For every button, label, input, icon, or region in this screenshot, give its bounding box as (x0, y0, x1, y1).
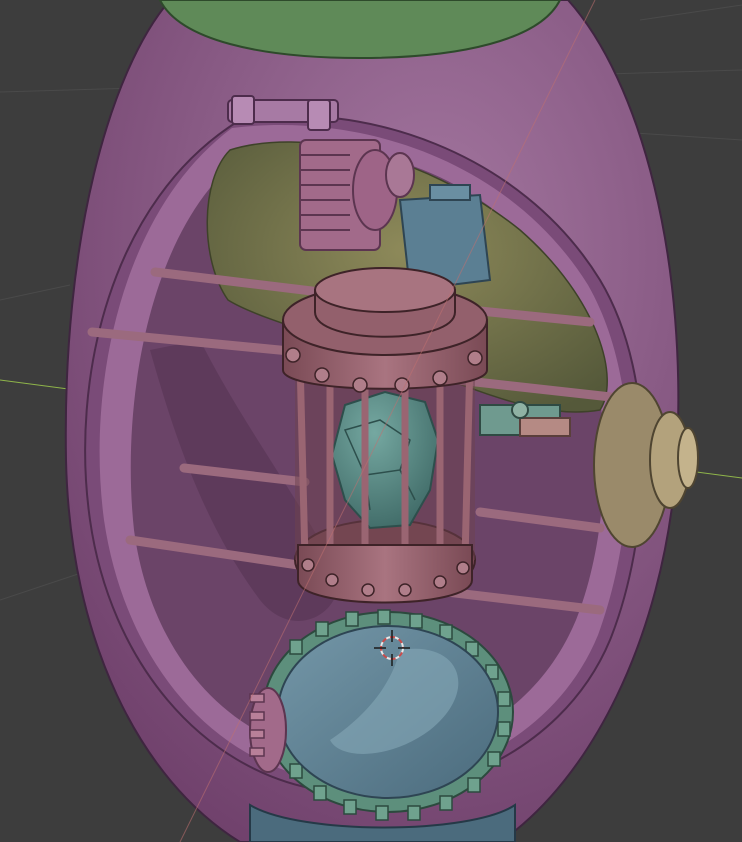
small-side-gear (249, 687, 287, 773)
side-knob (593, 382, 699, 548)
viewport-canvas[interactable] (0, 0, 742, 842)
valve (479, 401, 571, 437)
crystal-cage (282, 267, 488, 604)
3d-viewport[interactable] (0, 0, 742, 842)
